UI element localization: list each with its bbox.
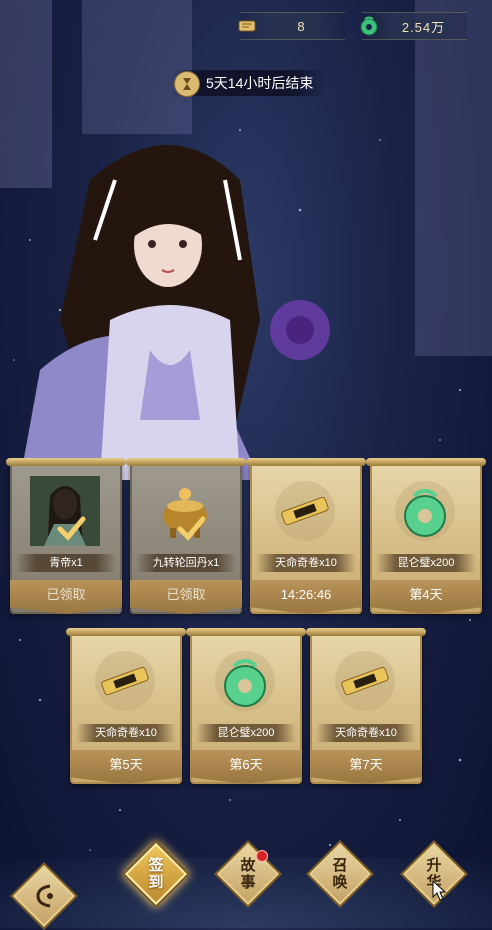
golden-scroll-icon: [95, 651, 155, 711]
reward-label: 青帝x1: [16, 554, 116, 572]
golden-scroll-icon: [335, 651, 395, 711]
tab-story[interactable]: 故事: [214, 840, 282, 908]
reward-card-day4[interactable]: 昆仑璧x200 第4天: [366, 458, 486, 614]
reward-day: 第6天: [190, 750, 302, 784]
back-arrow-icon: [36, 884, 53, 908]
scroll-rod: [246, 458, 366, 466]
tab-summon[interactable]: 召唤: [306, 840, 374, 908]
scroll-rod: [6, 458, 126, 466]
reward-label: 天命奇卷x10: [76, 724, 176, 742]
tab-label: 故事: [238, 857, 257, 891]
reward-label: 天命奇卷x10: [316, 724, 416, 742]
background-panel: [415, 0, 492, 356]
reward-card-day1[interactable]: 青帝x1 已领取: [6, 458, 126, 614]
reward-label: 昆仑璧x200: [196, 724, 296, 742]
jade-disc-icon: [360, 16, 378, 36]
jade-disc-icon: [395, 481, 455, 541]
reward-status: 已领取: [10, 580, 122, 614]
reward-card-day6[interactable]: 昆仑璧x200 第6天: [186, 628, 306, 784]
claimed-check-icon: [177, 516, 206, 541]
claimed-check-icon: [57, 516, 86, 541]
reward-card-day7[interactable]: 天命奇卷x10 第7天: [306, 628, 426, 784]
notification-dot: [256, 850, 268, 862]
ticket-count: 8: [297, 18, 306, 34]
reward-card-day2[interactable]: 九转轮回丹x1 已领取: [126, 458, 246, 614]
reward-day: 第5天: [70, 750, 182, 784]
reward-label: 九转轮回丹x1: [136, 554, 236, 572]
event-timer: 5天14小时后结束: [172, 70, 326, 97]
timer-text: 5天14小时后结束: [206, 75, 314, 91]
ticket-currency[interactable]: 8: [238, 12, 345, 40]
reward-label: 天命奇卷x10: [256, 554, 356, 572]
scroll-rod: [186, 628, 306, 636]
background-panel: [82, 0, 192, 134]
tab-label: 召唤: [330, 857, 349, 891]
reward-label: 昆仑璧x200: [376, 554, 476, 572]
scroll-rod: [366, 458, 486, 466]
scroll-rod: [66, 628, 186, 636]
tab-label: 签到: [146, 857, 165, 891]
jade-count: 2.54万: [401, 19, 446, 35]
golden-scroll-icon: [275, 481, 335, 541]
scroll-rod: [306, 628, 426, 636]
jade-disc-icon: [215, 651, 275, 711]
reward-card-day5[interactable]: 天命奇卷x10 第5天: [66, 628, 186, 784]
jade-currency[interactable]: 2.54万: [360, 12, 467, 40]
scroll-rod: [126, 458, 246, 466]
reward-card-day3[interactable]: 天命奇卷x10 14:26:46: [246, 458, 366, 614]
heroine-illustration: [20, 145, 330, 480]
tab-sign-in[interactable]: 签到: [122, 840, 190, 908]
back-button[interactable]: [10, 862, 78, 930]
reward-countdown: 14:26:46: [250, 580, 362, 614]
reward-day: 第4天: [370, 580, 482, 614]
hourglass-icon: [174, 71, 200, 97]
reward-status: 已领取: [130, 580, 242, 614]
reward-day: 第7天: [310, 750, 422, 784]
mouse-cursor-icon: [432, 880, 447, 901]
scroll-ticket-icon: [238, 20, 256, 32]
